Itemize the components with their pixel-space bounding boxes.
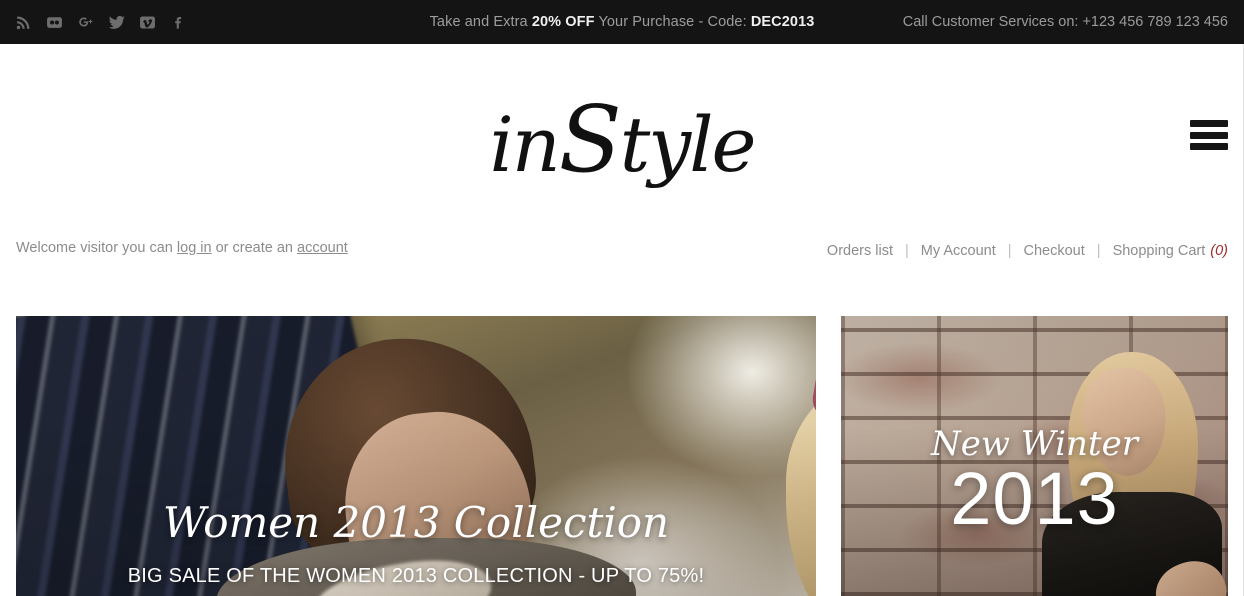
nav-shopping-cart[interactable]: Shopping Cart [1113,243,1206,259]
promo-code: DEC2013 [750,14,815,30]
page-root: Take and Extra 20% OFF Your Purchase - C… [0,0,1244,596]
customer-service-phone: Call Customer Services on: +123 456 789 … [902,14,1228,30]
site-logo[interactable]: inStyle [0,94,1244,186]
flickr-icon[interactable] [45,13,64,32]
site-header: inStyle [0,44,1244,224]
logo-lead: in [489,100,560,189]
rss-icon[interactable] [14,13,33,32]
account-nav: Orders list | My Account | Checkout | Sh… [827,243,1228,259]
hamburger-bar [1190,143,1228,150]
vimeo-icon[interactable] [138,13,157,32]
account-bar: Welcome visitor you can log in or create… [0,236,1244,276]
nav-orders-list[interactable]: Orders list [827,243,893,259]
social-links [14,13,188,32]
nav-checkout[interactable]: Checkout [1024,243,1085,259]
logo-cap: S [558,86,622,193]
logo-tail: tyle [619,100,757,189]
nav-my-account[interactable]: My Account [921,243,996,259]
create-account-link[interactable]: account [297,240,348,256]
hamburger-bar [1190,120,1228,127]
top-utility-bar: Take and Extra 20% OFF Your Purchase - C… [0,0,1244,44]
welcome-prefix: Welcome visitor you can [16,240,177,256]
banner-side-year: 2013 [950,457,1119,540]
promo-banner-row: Women 2013 Collection BIG SALE OF THE WO… [16,316,1228,596]
facebook-icon[interactable] [169,13,188,32]
google-plus-icon[interactable] [76,13,95,32]
promo-middle: Your Purchase - Code: [594,14,751,30]
welcome-message: Welcome visitor you can log in or create… [16,240,348,256]
banner-new-winter[interactable]: New Winter 2013 [841,316,1228,596]
cart-item-count: (0) [1210,243,1228,259]
log-in-link[interactable]: log in [177,240,212,256]
hamburger-menu-icon[interactable] [1190,120,1228,150]
nav-separator: | [1007,243,1012,259]
banner-main-overlay [16,316,816,596]
welcome-middle: or create an [211,240,298,256]
banner-main-subtitle: BIG SALE OF THE WOMEN 2013 COLLECTION - … [127,565,705,587]
nav-separator: | [1096,243,1101,259]
nav-separator: | [905,243,909,259]
twitter-icon[interactable] [107,13,126,32]
banner-main-script-title: Women 2013 Collection [162,498,670,547]
promo-prefix: Take and Extra [429,14,532,30]
hamburger-bar [1190,131,1228,139]
promo-discount: 20% OFF [531,14,595,30]
banner-women-collection[interactable]: Women 2013 Collection BIG SALE OF THE WO… [16,316,816,596]
